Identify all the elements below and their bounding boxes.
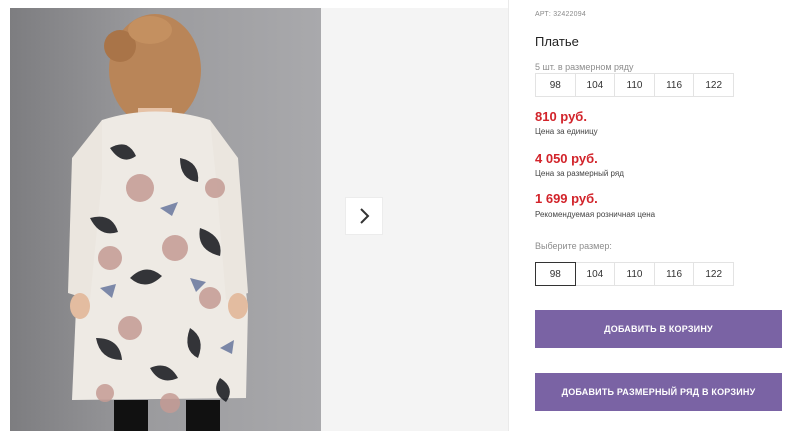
add-to-cart-button[interactable]: ДОБАВИТЬ В КОРЗИНУ	[535, 310, 782, 348]
size-run-label: 5 шт. в размерном ряду	[535, 62, 634, 72]
size-selector: 98 104 110 116 122	[535, 262, 734, 286]
article-number: АРТ: 32422094	[535, 11, 586, 18]
product-photo[interactable]	[10, 8, 321, 431]
price-unit-label: Цена за единицу	[535, 127, 598, 136]
price-retail: 1 699 руб.	[535, 191, 598, 206]
price-size-run-label: Цена за размерный ряд	[535, 169, 624, 178]
price-retail-label: Рекомендуемая розничная цена	[535, 210, 656, 219]
size-run-item: 98	[535, 73, 576, 97]
size-option-selected[interactable]: 98	[535, 262, 576, 286]
size-option[interactable]: 116	[653, 262, 695, 286]
size-option[interactable]: 122	[693, 262, 734, 286]
girl-in-dress-illustration	[68, 14, 248, 431]
next-photo-button[interactable]	[345, 197, 383, 235]
choose-size-label: Выберите размер:	[535, 241, 612, 251]
size-option[interactable]: 104	[574, 262, 616, 286]
product-info-panel: АРТ: 32422094 Платье 5 шт. в размерном р…	[509, 0, 800, 431]
size-run-item: 116	[653, 73, 695, 97]
chevron-right-icon	[360, 208, 370, 224]
add-size-run-to-cart-button[interactable]: ДОБАВИТЬ РАЗМЕРНЫЙ РЯД В КОРЗИНУ	[535, 373, 782, 411]
price-size-run: 4 050 руб.	[535, 151, 598, 166]
size-run-item: 122	[693, 73, 734, 97]
size-run-item: 110	[614, 73, 655, 97]
product-gallery	[0, 0, 508, 431]
product-title: Платье	[535, 34, 579, 49]
size-run-item: 104	[574, 73, 616, 97]
size-run-list: 98 104 110 116 122	[535, 73, 734, 97]
price-unit: 810 руб.	[535, 109, 587, 124]
size-option[interactable]: 110	[614, 262, 655, 286]
